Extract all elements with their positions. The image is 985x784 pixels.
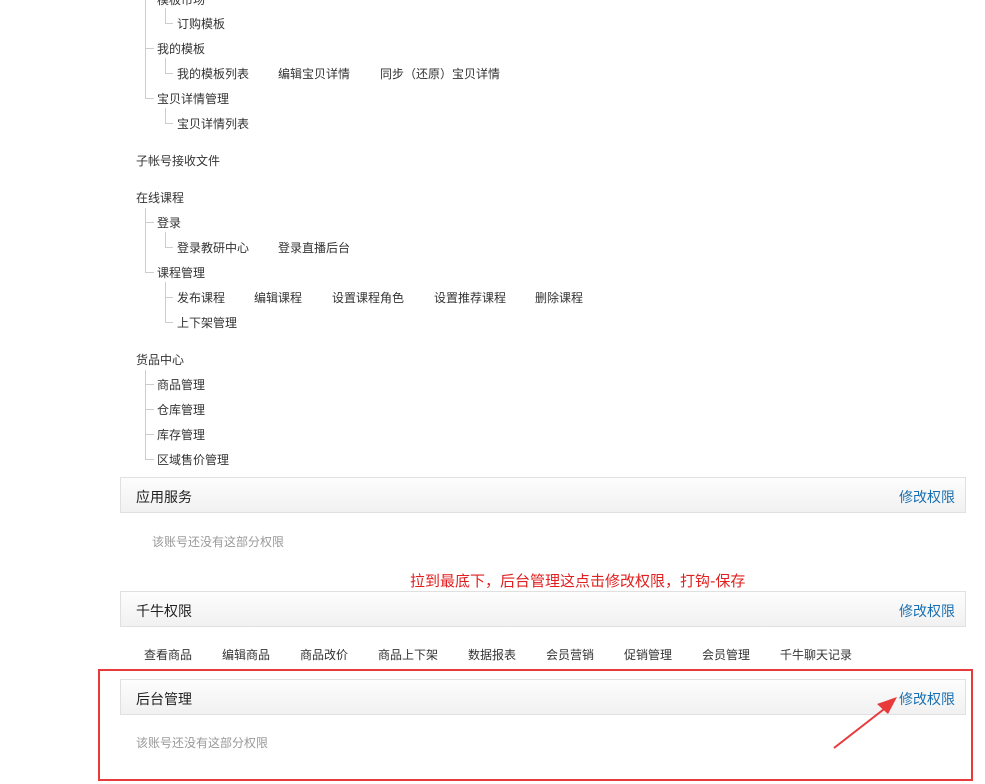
arrow-icon (833, 697, 897, 749)
